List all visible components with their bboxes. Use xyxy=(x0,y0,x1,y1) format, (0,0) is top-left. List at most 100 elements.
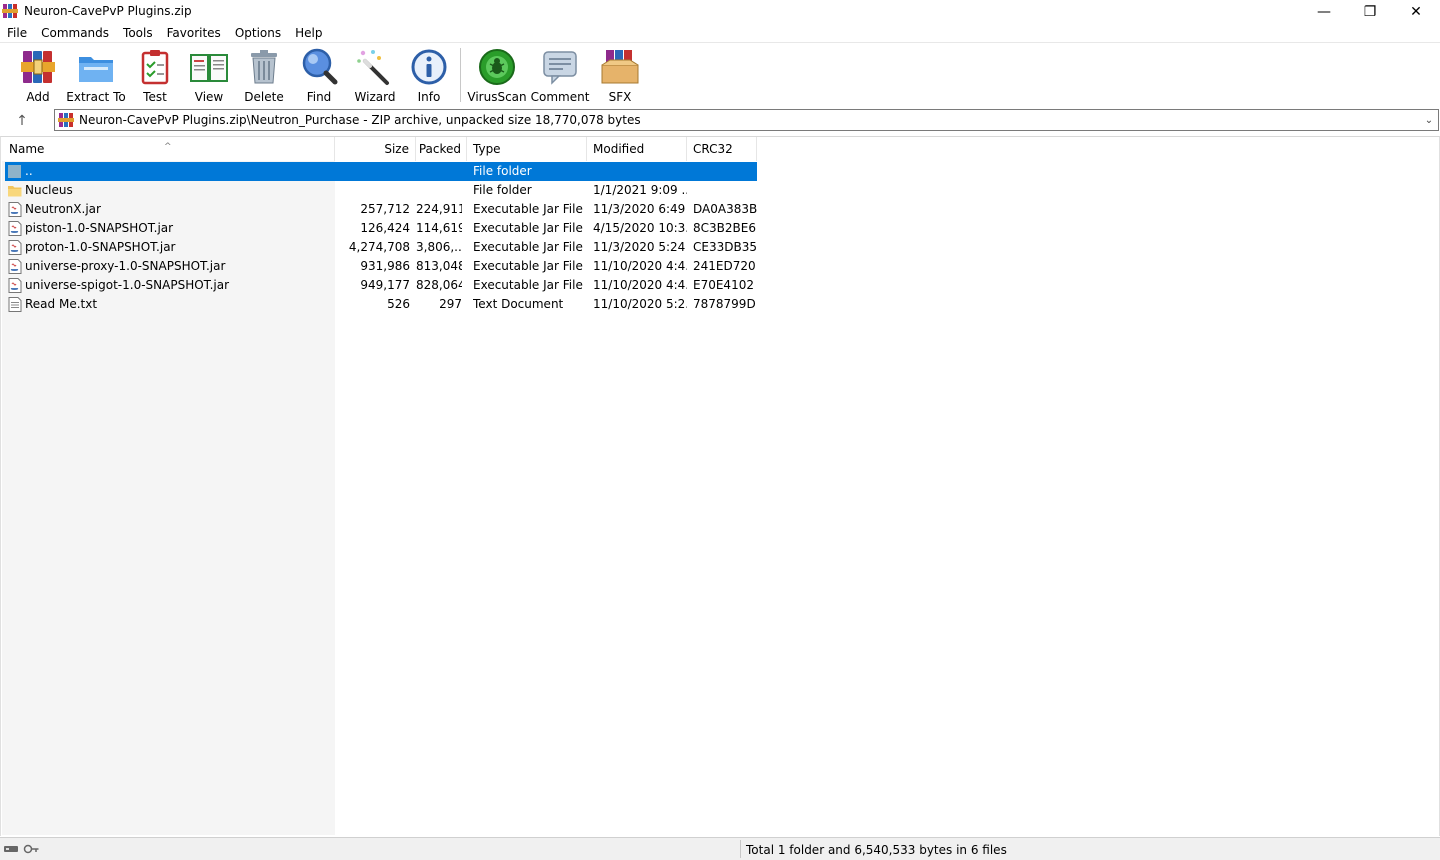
info-button[interactable]: Info xyxy=(409,47,449,105)
file-packed: 828,064 xyxy=(416,278,462,292)
close-button[interactable]: ✕ xyxy=(1393,0,1439,24)
find-label: Find xyxy=(306,90,332,104)
comment-button[interactable]: Comment xyxy=(530,47,590,105)
view-button[interactable]: View xyxy=(189,47,229,105)
table-row[interactable]: universe-spigot-1.0-SNAPSHOT.jar 949,177… xyxy=(5,276,757,295)
sfx-box-icon xyxy=(601,50,639,84)
minimize-icon: — xyxy=(1317,4,1331,20)
address-path: Neuron-CavePvP Plugins.zip\Neutron_Purch… xyxy=(79,113,641,127)
file-size: 257,712 xyxy=(360,202,410,216)
extract-folder-icon xyxy=(79,57,113,82)
menu-file[interactable]: File xyxy=(0,24,34,42)
file-name: Read Me.txt xyxy=(25,297,98,311)
file-name: universe-spigot-1.0-SNAPSHOT.jar xyxy=(25,278,230,292)
view-book-icon xyxy=(190,54,228,82)
column-header-name-label: Name xyxy=(9,142,45,156)
file-packed: 114,619 xyxy=(416,221,462,235)
status-summary: Total 1 folder and 6,540,533 bytes in 6 … xyxy=(746,843,1007,857)
file-size: 126,424 xyxy=(360,221,410,235)
table-row[interactable]: NeutronX.jar 257,712 224,911 Executable … xyxy=(5,200,757,219)
virusscan-label: VirusScan xyxy=(467,90,527,104)
window-title: Neuron-CavePvP Plugins.zip xyxy=(24,4,192,18)
table-row[interactable]: piston-1.0-SNAPSHOT.jar 126,424 114,619 … xyxy=(5,219,757,238)
magic-wand-icon xyxy=(357,50,389,85)
column-header-packed[interactable]: Packed xyxy=(416,137,467,161)
archive-icon xyxy=(58,113,74,127)
test-label: Test xyxy=(143,90,167,104)
column-header-modified[interactable]: Modified xyxy=(587,137,687,161)
wizard-button[interactable]: Wizard xyxy=(355,47,395,105)
column-header-crc32[interactable]: CRC32 xyxy=(687,137,757,161)
virusscan-button[interactable]: VirusScan xyxy=(467,47,527,105)
file-modified: 11/10/2020 5:2... xyxy=(593,297,687,311)
add-label: Add xyxy=(26,90,50,104)
column-header-name[interactable]: Name ^ xyxy=(2,137,335,161)
file-packed: 3,806,... xyxy=(416,240,462,254)
view-label: View xyxy=(194,90,224,104)
file-type: Executable Jar File xyxy=(473,240,583,254)
jar-file-icon xyxy=(8,240,22,255)
file-name: Nucleus xyxy=(25,183,73,197)
file-type: Executable Jar File xyxy=(473,259,583,273)
table-row[interactable]: proton-1.0-SNAPSHOT.jar 4,274,708 3,806,… xyxy=(5,238,757,257)
find-button[interactable]: Find xyxy=(299,47,339,105)
file-size: 931,986 xyxy=(360,259,410,273)
file-size: 4,274,708 xyxy=(348,240,410,254)
sort-ascending-icon: ^ xyxy=(164,142,172,152)
address-row: ↑ Neuron-CavePvP Plugins.zip\Neutron_Pur… xyxy=(0,108,1440,134)
sfx-button[interactable]: SFX xyxy=(600,47,640,105)
file-crc: E70E4102 xyxy=(693,278,754,292)
column-header-size[interactable]: Size xyxy=(335,137,416,161)
file-crc: 8C3B2BE6 xyxy=(693,221,756,235)
table-row[interactable]: Read Me.txt 526 297 Text Document 11/10/… xyxy=(5,295,757,314)
restore-icon: ❐ xyxy=(1363,4,1377,20)
file-modified: 11/10/2020 4:4... xyxy=(593,278,687,292)
file-type: Text Document xyxy=(473,297,564,311)
file-name: .. xyxy=(25,164,33,178)
jar-file-icon xyxy=(8,278,22,293)
minimize-button[interactable]: — xyxy=(1301,0,1347,24)
magnifier-icon xyxy=(302,48,338,85)
file-crc: DA0A383B xyxy=(693,202,757,216)
menu-tools[interactable]: Tools xyxy=(116,24,160,42)
comment-label: Comment xyxy=(530,90,590,104)
table-row[interactable]: Nucleus File folder 1/1/2021 9:09 ... xyxy=(5,181,757,200)
file-packed: 813,048 xyxy=(416,259,462,273)
status-bar: Total 1 folder and 6,540,533 bytes in 6 … xyxy=(0,837,1440,860)
jar-file-icon xyxy=(8,221,22,236)
maximize-button[interactable]: ❐ xyxy=(1347,0,1393,24)
table-row[interactable]: .. File folder xyxy=(5,162,757,181)
file-modified: 11/3/2020 6:49 ... xyxy=(593,202,687,216)
column-header-crc32-label: CRC32 xyxy=(693,142,733,156)
menu-help[interactable]: Help xyxy=(288,24,329,42)
wizard-label: Wizard xyxy=(354,90,396,104)
delete-button[interactable]: Delete xyxy=(244,47,284,105)
extract-to-label: Extract To xyxy=(66,90,126,104)
address-bar[interactable]: Neuron-CavePvP Plugins.zip\Neutron_Purch… xyxy=(54,109,1439,131)
menu-favorites[interactable]: Favorites xyxy=(160,24,228,42)
file-packed: 297 xyxy=(439,297,462,311)
add-button[interactable]: Add xyxy=(18,47,58,105)
disk-key-icon[interactable] xyxy=(4,842,40,856)
folder-icon xyxy=(8,186,22,197)
sfx-label: SFX xyxy=(608,90,632,104)
file-packed: 224,911 xyxy=(416,202,462,216)
file-type: File folder xyxy=(473,183,532,197)
test-button[interactable]: Test xyxy=(135,47,175,105)
toolbar: Add Extract To Test View Delete Find Wiz… xyxy=(0,42,1440,106)
column-header-type[interactable]: Type xyxy=(467,137,587,161)
file-name: piston-1.0-SNAPSHOT.jar xyxy=(25,221,174,235)
file-type: File folder xyxy=(473,164,532,178)
menu-commands[interactable]: Commands xyxy=(34,24,116,42)
table-row[interactable]: universe-proxy-1.0-SNAPSHOT.jar 931,986 … xyxy=(5,257,757,276)
title-bar: Neuron-CavePvP Plugins.zip — ❐ ✕ xyxy=(0,0,1440,24)
trash-icon xyxy=(251,50,277,84)
jar-file-icon xyxy=(8,259,22,274)
extract-to-button[interactable]: Extract To xyxy=(66,47,126,105)
address-dropdown-icon[interactable]: ⌄ xyxy=(1422,112,1436,128)
menu-options[interactable]: Options xyxy=(228,24,288,42)
up-one-level-button[interactable]: ↑ xyxy=(10,111,34,131)
winrar-app-icon xyxy=(2,4,18,18)
file-size: 949,177 xyxy=(360,278,410,292)
file-size: 526 xyxy=(387,297,410,311)
